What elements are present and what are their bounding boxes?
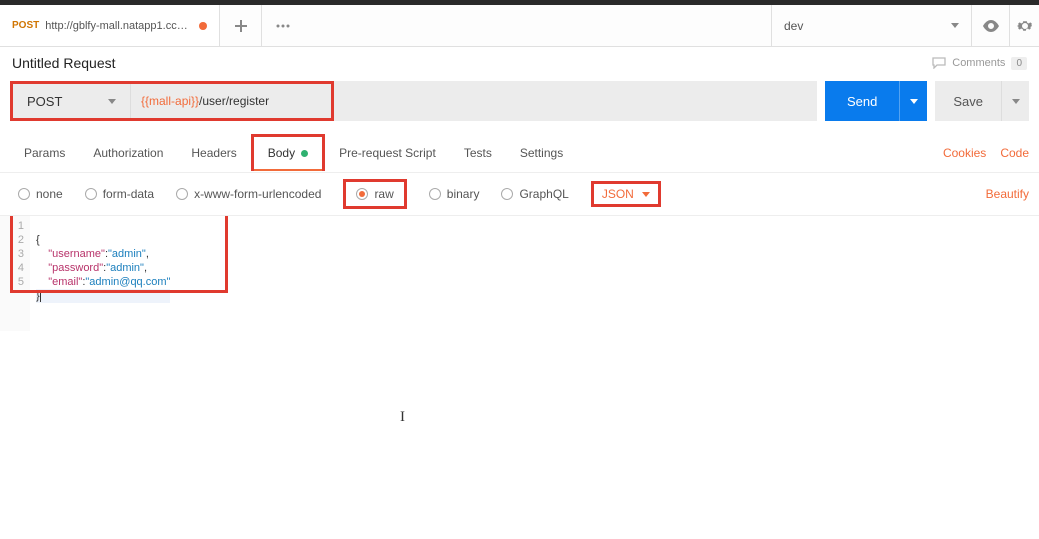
- body-urlencoded[interactable]: x-www-form-urlencoded: [176, 187, 321, 201]
- body-raw[interactable]: raw: [356, 187, 393, 201]
- body-formdata-label: form-data: [103, 187, 154, 201]
- request-tabs: Params Authorization Headers Body Pre-re…: [0, 133, 1039, 173]
- radio-icon: [85, 188, 97, 200]
- ellipsis-icon: [276, 24, 290, 28]
- environment-settings-button[interactable]: [1009, 5, 1039, 46]
- tab-bar: POST http://gblfy-mall.natapp1.cc/p... d…: [0, 5, 1039, 47]
- body-urlencoded-label: x-www-form-urlencoded: [194, 187, 321, 201]
- request-title-row: Untitled Request Comments 0: [0, 47, 1039, 81]
- comments-count: 0: [1011, 57, 1027, 70]
- eye-icon: [982, 20, 1000, 32]
- json-value: "admin@qq.com": [85, 276, 170, 288]
- body-type-row: none form-data x-www-form-urlencoded raw…: [0, 173, 1039, 216]
- gear-icon: [1017, 18, 1033, 34]
- url-input[interactable]: [334, 81, 817, 121]
- text-caret-icon: I: [400, 409, 405, 426]
- url-rest-wrap: [334, 81, 817, 121]
- comment-icon: [932, 57, 946, 69]
- radio-checked-icon: [356, 188, 368, 200]
- url-path: /user/register: [199, 94, 269, 108]
- tab-params[interactable]: Params: [10, 133, 79, 172]
- json-key: "username": [48, 248, 105, 260]
- body-binary[interactable]: binary: [429, 187, 480, 201]
- code-editor[interactable]: 1 2 3 4 5 { "username":"admin", "passwor…: [0, 216, 1039, 331]
- method-value: POST: [27, 94, 62, 109]
- method-url-highlight: POST {{mall-api}}/user/register: [10, 81, 334, 121]
- tab-headers[interactable]: Headers: [177, 133, 250, 172]
- content-type-select[interactable]: JSON: [591, 181, 661, 207]
- code-link[interactable]: Code: [1000, 146, 1029, 160]
- tab-tests[interactable]: Tests: [450, 133, 506, 172]
- method-select[interactable]: POST: [13, 84, 131, 118]
- body-binary-label: binary: [447, 187, 480, 201]
- body-none[interactable]: none: [18, 187, 63, 201]
- tab-settings[interactable]: Settings: [506, 133, 577, 172]
- line-number: 5: [0, 275, 24, 289]
- chevron-down-icon: [642, 192, 650, 197]
- code-line: {: [36, 234, 40, 246]
- right-links: Cookies Code: [943, 146, 1029, 160]
- save-dropdown[interactable]: [1001, 81, 1029, 121]
- line-number: 1: [0, 219, 24, 233]
- line-gutter: 1 2 3 4 5: [0, 216, 30, 331]
- request-tab[interactable]: POST http://gblfy-mall.natapp1.cc/p...: [0, 5, 220, 46]
- tab-unsaved-dot-icon: [199, 22, 207, 30]
- comments-label: Comments: [952, 57, 1005, 69]
- content-type-label: JSON: [602, 187, 634, 201]
- line-number: 3: [0, 247, 24, 261]
- code-content[interactable]: { "username":"admin", "password":"admin"…: [30, 216, 170, 331]
- radio-icon: [18, 188, 30, 200]
- request-title[interactable]: Untitled Request: [12, 55, 116, 71]
- tab-body[interactable]: Body: [254, 137, 322, 171]
- text-cursor-icon: [40, 290, 41, 302]
- url-row: POST {{mall-api}}/user/register Send Sav…: [0, 81, 1039, 121]
- body-active-dot-icon: [301, 150, 308, 157]
- body-formdata[interactable]: form-data: [85, 187, 154, 201]
- tab-title: http://gblfy-mall.natapp1.cc/p...: [45, 20, 189, 32]
- body-graphql-label: GraphQL: [519, 187, 568, 201]
- editor-area: 1 2 3 4 5 { "username":"admin", "passwor…: [0, 216, 1039, 331]
- body-none-label: none: [36, 187, 63, 201]
- code-line: "email":"admin@qq.com": [36, 276, 170, 288]
- line-number: 4: [0, 261, 24, 275]
- json-key: "email": [48, 276, 82, 288]
- tab-method: POST: [12, 20, 39, 31]
- plus-icon: [235, 20, 247, 32]
- beautify-link[interactable]: Beautify: [986, 187, 1029, 201]
- radio-icon: [501, 188, 513, 200]
- new-tab-button[interactable]: [220, 5, 262, 46]
- url-input-part1[interactable]: {{mall-api}}/user/register: [131, 84, 331, 118]
- url-variable: {{mall-api}}: [141, 94, 199, 108]
- comments-button[interactable]: Comments 0: [932, 57, 1027, 70]
- chevron-down-icon: [951, 23, 959, 28]
- view-environment-button[interactable]: [971, 5, 1009, 46]
- body-raw-label: raw: [374, 187, 393, 201]
- body-graphql[interactable]: GraphQL: [501, 187, 568, 201]
- send-dropdown[interactable]: [899, 81, 927, 121]
- spacer: [304, 5, 771, 46]
- send-button[interactable]: Send: [825, 81, 899, 121]
- json-value: "admin": [106, 262, 144, 274]
- environment-select[interactable]: dev: [771, 5, 971, 46]
- environment-name: dev: [784, 19, 803, 33]
- chevron-down-icon: [1012, 99, 1020, 104]
- cookies-link[interactable]: Cookies: [943, 146, 986, 160]
- code-line: "password":"admin",: [36, 262, 147, 274]
- line-number: 2: [0, 233, 24, 247]
- radio-icon: [429, 188, 441, 200]
- json-key: "password": [48, 262, 103, 274]
- chevron-down-icon: [108, 99, 116, 104]
- save-button[interactable]: Save: [935, 81, 1001, 121]
- body-raw-highlight: raw: [343, 179, 406, 209]
- chevron-down-icon: [910, 99, 918, 104]
- tab-body-highlight: Body: [251, 134, 325, 171]
- tab-authorization[interactable]: Authorization: [79, 133, 177, 172]
- tab-prerequest[interactable]: Pre-request Script: [325, 133, 450, 172]
- tab-options-button[interactable]: [262, 5, 304, 46]
- json-value: "admin": [108, 248, 146, 260]
- code-line: "username":"admin",: [36, 248, 149, 260]
- code-line-active: }: [36, 289, 170, 303]
- tab-body-label: Body: [268, 146, 295, 160]
- radio-icon: [176, 188, 188, 200]
